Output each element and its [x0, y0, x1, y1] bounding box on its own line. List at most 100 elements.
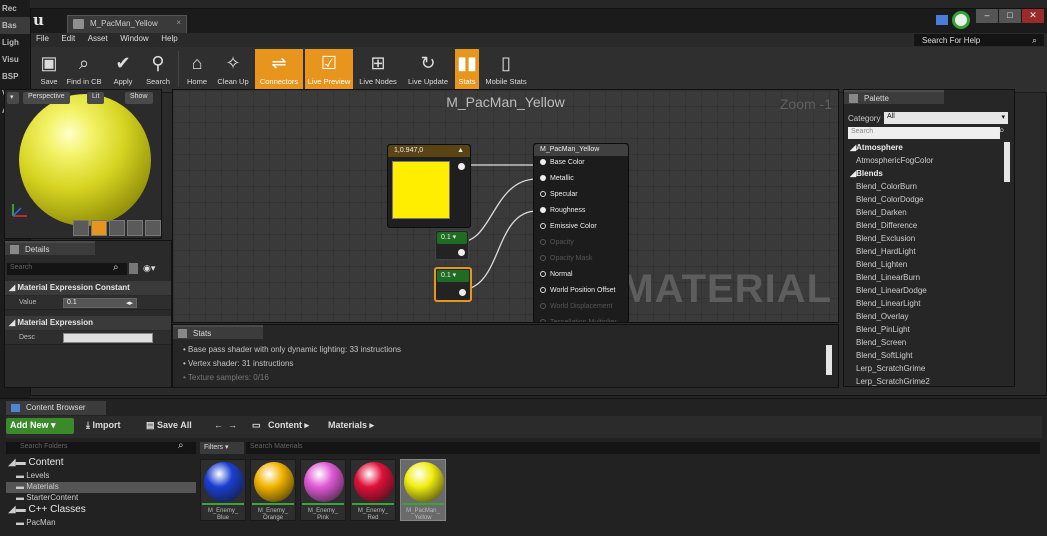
category-material-expression-constant[interactable]: ◢ Material Expression Constant [5, 281, 171, 295]
tree-item[interactable]: ▬ StarterContent [6, 493, 196, 504]
search-help-input[interactable]: Search For Help ⌕ [914, 34, 1044, 46]
input-pin-row[interactable]: World Position Offset [534, 284, 628, 300]
output-pin[interactable] [458, 163, 465, 170]
output-pin[interactable] [458, 249, 465, 256]
mode-item[interactable]: BSP [0, 68, 30, 85]
palette-item[interactable]: Blend_Lighten [848, 259, 1000, 272]
input-pin-icon[interactable] [540, 287, 546, 294]
palette-item[interactable]: Lerp_ScratchGrime [848, 363, 1000, 376]
plane-shape-icon[interactable] [109, 220, 125, 236]
viewport-options-icon[interactable]: ▾ [7, 92, 19, 104]
desc-field[interactable] [63, 333, 153, 343]
input-pin-row[interactable]: Normal [534, 268, 628, 284]
cylinder-shape-icon[interactable] [73, 220, 89, 236]
palette-item[interactable]: Blend_ColorBurn [848, 181, 1000, 194]
tree-item[interactable]: ▬ Levels [6, 471, 196, 482]
asset-tile[interactable]: M_Enemy_ Pink [300, 459, 346, 521]
input-pin-row[interactable]: Opacity [534, 236, 628, 252]
eye-icon[interactable]: ◉▾ [143, 263, 155, 274]
connection-status-icon[interactable] [952, 11, 970, 29]
input-pin-row[interactable]: Emissive Color [534, 220, 628, 236]
input-pin-icon[interactable] [540, 271, 546, 278]
palette-group[interactable]: ◢Atmosphere [848, 142, 1000, 155]
save-all-button[interactable]: ▤ Save All [146, 420, 192, 431]
search-materials-input[interactable]: Search Materials [246, 442, 1040, 454]
input-pin-icon[interactable] [540, 255, 546, 262]
palette-item[interactable]: Blend_ColorDodge [848, 194, 1000, 207]
collapse-icon[interactable]: ▲ [457, 147, 464, 154]
asset-tile[interactable]: M_Enemy_ Blue [200, 459, 246, 521]
view-options-icon[interactable] [129, 263, 138, 274]
palette-item[interactable]: Blend_Screen [848, 337, 1000, 350]
palette-item[interactable]: Blend_LinearDodge [848, 285, 1000, 298]
palette-search-input[interactable]: Search [848, 127, 1000, 139]
live-preview-button[interactable]: ☑ Live Preview [305, 49, 353, 91]
palette-scrollbar[interactable] [1004, 142, 1010, 182]
menu-file[interactable]: File [31, 33, 54, 44]
palette-item[interactable]: AtmosphericFogColor [848, 155, 1000, 168]
find-in-cb-button[interactable]: ⌕ Find in CB [63, 49, 105, 91]
tree-item[interactable]: ◢▬ C++ Classes [6, 504, 196, 518]
palette-item[interactable]: Blend_HardLight [848, 246, 1000, 259]
constant-node-metallic[interactable]: 0.1 ▾ [435, 230, 469, 260]
palette-tab[interactable]: Palette [844, 90, 944, 104]
sphere-shape-icon[interactable] [91, 220, 107, 236]
menu-edit[interactable]: Edit [56, 33, 80, 44]
import-button[interactable]: ⤓ Import [86, 420, 120, 431]
mode-item[interactable]: Rec [0, 0, 30, 17]
history-back-button[interactable]: ← [214, 420, 223, 430]
input-pin-row[interactable]: Opacity Mask [534, 252, 628, 268]
search-folders-input[interactable]: Search Folders [6, 442, 196, 454]
input-pin-icon[interactable] [540, 239, 546, 246]
tree-item[interactable]: ◢▬ Content [6, 457, 196, 471]
category-material-expression[interactable]: ◢ Material Expression [5, 316, 171, 330]
connectors-button[interactable]: ⇌ Connectors [255, 49, 303, 91]
live-update-button[interactable]: ↻ Live Update [403, 49, 453, 91]
input-pin-icon[interactable] [540, 303, 546, 310]
mobile-stats-button[interactable]: ▯ Mobile Stats [481, 49, 531, 91]
input-pin-icon[interactable] [540, 175, 546, 182]
stats-scrollbar[interactable] [826, 345, 832, 375]
save-button[interactable]: ▣ Save [37, 49, 61, 91]
input-pin-row[interactable]: Specular [534, 188, 628, 204]
menu-help[interactable]: Help [156, 33, 182, 44]
tree-item[interactable]: ▬ Materials [6, 482, 196, 493]
menu-asset[interactable]: Asset [83, 33, 113, 44]
apply-button[interactable]: ✔ Apply [107, 49, 139, 91]
constant-node-roughness[interactable]: 0.1 ▾ [434, 267, 472, 302]
close-window-button[interactable]: ✕ [1022, 9, 1044, 23]
material-graph[interactable]: M_PacMan_Yellow Zoom -1 MATERIAL 1,0.947… [172, 89, 839, 323]
menu-window[interactable]: Window [115, 33, 153, 44]
input-pin-row[interactable]: Roughness [534, 204, 628, 220]
input-pin-row[interactable]: Metallic [534, 172, 628, 188]
content-browser-tab[interactable]: Content Browser [6, 401, 106, 415]
lit-button[interactable]: Lit [87, 92, 105, 104]
cube-shape-icon[interactable] [127, 220, 143, 236]
source-control-icon[interactable] [936, 15, 948, 25]
asset-tile[interactable]: M_Enemy_ Orange [250, 459, 296, 521]
palette-item[interactable]: Blend_SoftLight [848, 350, 1000, 363]
input-pin-row[interactable]: Base Color [534, 156, 628, 172]
details-tab[interactable]: Details [5, 241, 95, 255]
palette-group[interactable]: ◢Blends [848, 168, 1000, 181]
asset-tile[interactable]: M_Enemy_ Red [350, 459, 396, 521]
path-segment-materials[interactable]: Materials ▸ [328, 420, 374, 431]
output-pin[interactable] [459, 289, 466, 296]
home-button[interactable]: ⌂ Home [183, 49, 211, 91]
palette-item[interactable]: Blend_Overlay [848, 311, 1000, 324]
close-tab-icon[interactable]: × [176, 18, 181, 27]
details-search-input[interactable]: Search [7, 263, 127, 275]
maximize-button[interactable]: □ [999, 9, 1021, 23]
constant3vector-node[interactable]: 1,0.947,0 ▲ [387, 144, 471, 228]
document-tab[interactable]: M_PacMan_Yellow × [67, 15, 187, 33]
stats-button[interactable]: ▮▮ Stats [455, 49, 479, 91]
tree-item[interactable]: ▬ PacMan [6, 518, 196, 529]
live-nodes-button[interactable]: ⊞ Live Nodes [355, 49, 401, 91]
palette-item[interactable]: Blend_LinearLight [848, 298, 1000, 311]
mode-item[interactable]: Ligh [0, 34, 30, 51]
palette-item[interactable]: Blend_Exclusion [848, 233, 1000, 246]
palette-item[interactable]: Blend_LinearBurn [848, 272, 1000, 285]
asset-tile[interactable]: M_PacMan_ Yellow [400, 459, 446, 521]
perspective-button[interactable]: Perspective [23, 92, 70, 104]
minimize-button[interactable]: – [976, 9, 998, 23]
